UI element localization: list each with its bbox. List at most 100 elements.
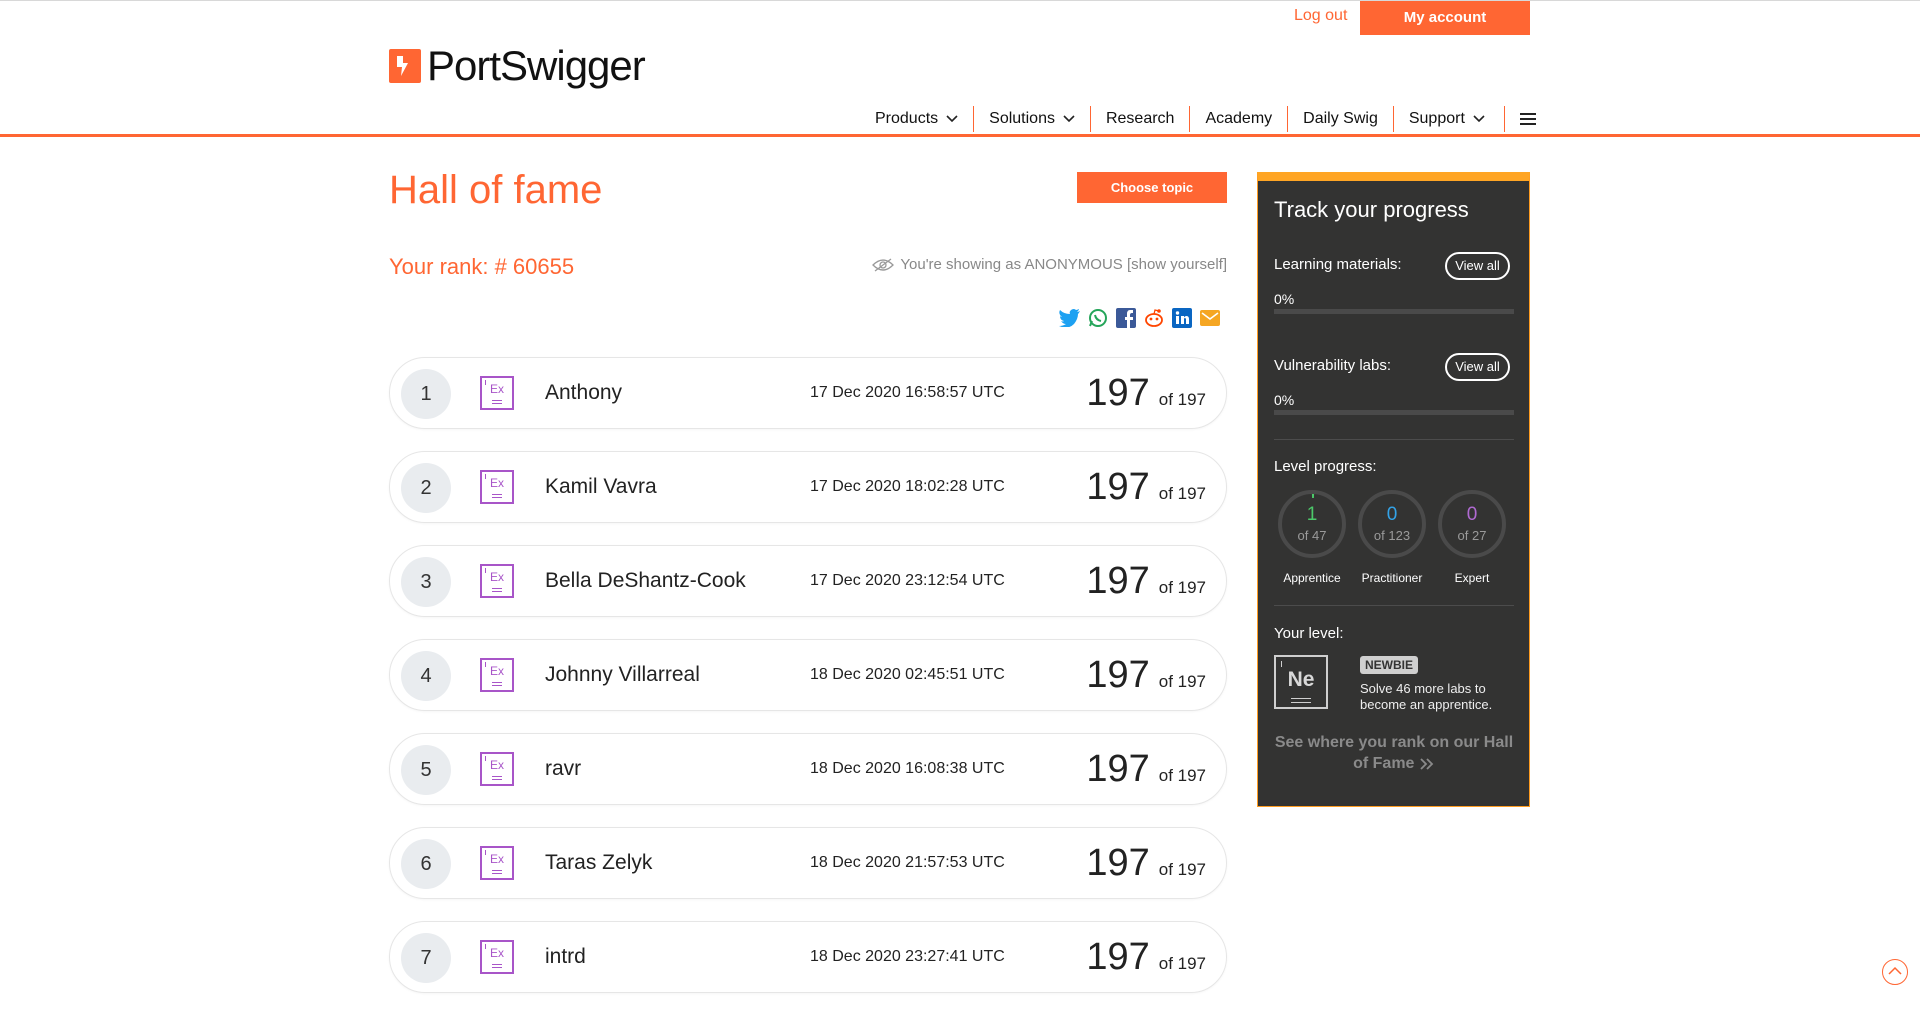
main-nav: Products Solutions Research Academy Dail… — [860, 106, 1536, 132]
whatsapp-icon[interactable] — [1086, 308, 1109, 328]
anonymous-status[interactable]: You're showing as ANONYMOUS [show yourse… — [872, 256, 1227, 273]
list-item[interactable]: 1 Ex Anthony 17 Dec 2020 16:58:57 UTC 19… — [389, 357, 1227, 429]
chevron-down-icon — [946, 115, 958, 123]
user-name: Anthony — [545, 381, 623, 404]
page-title: Hall of fame — [389, 168, 603, 212]
email-icon[interactable] — [1198, 308, 1221, 328]
rank-number: 4 — [401, 651, 451, 701]
user-name: Taras Zelyk — [545, 851, 653, 874]
learning-percent: 0% — [1274, 291, 1295, 307]
practitioner-progress-ring: 0 of 123 — [1358, 490, 1426, 558]
user-name: Johnny Villarreal — [545, 663, 700, 686]
score: 197 of 197 — [1086, 372, 1206, 415]
list-item[interactable]: 7 Ex intrd 18 Dec 2020 23:27:41 UTC 197 o… — [389, 921, 1227, 993]
score: 197 of 197 — [1086, 560, 1206, 603]
expert-badge-icon: Ex — [480, 376, 514, 410]
badge-symbol: Ex — [489, 758, 504, 772]
progress-panel: Track your progress Learning materials: … — [1257, 172, 1530, 807]
nav-label: Support — [1408, 110, 1465, 127]
rank-number: 7 — [401, 933, 451, 983]
nav-label: Solutions — [989, 110, 1055, 127]
chevron-up-icon — [1888, 966, 1902, 975]
expert-badge-icon: Ex — [480, 846, 514, 880]
twitter-icon[interactable] — [1058, 308, 1081, 328]
rank-number: 5 — [401, 745, 451, 795]
completion-date: 18 Dec 2020 21:57:53 UTC — [810, 854, 1005, 871]
practitioner-count: 0 — [1386, 504, 1398, 525]
practitioner-label: Practitioner — [1361, 571, 1423, 585]
double-chevron-right-icon — [1420, 758, 1434, 770]
my-account-button[interactable]: My account — [1360, 1, 1530, 35]
score: 197 of 197 — [1086, 654, 1206, 697]
practitioner-total: of 123 — [1373, 528, 1411, 543]
nav-daily-swig[interactable]: Daily Swig — [1287, 106, 1393, 132]
user-name: Bella DeShantz-Cook — [545, 569, 746, 592]
score-value: 197 — [1086, 748, 1150, 790]
list-item[interactable]: 2 Ex Kamil Vavra 17 Dec 2020 18:02:28 UT… — [389, 451, 1227, 523]
score-total: of 197 — [1158, 390, 1206, 409]
nav-label: Products — [875, 110, 939, 127]
rank-number: 2 — [401, 463, 451, 513]
reddit-icon[interactable] — [1142, 308, 1165, 328]
score-total: of 197 — [1158, 954, 1206, 973]
score-value: 197 — [1086, 466, 1150, 508]
user-name: Kamil Vavra — [545, 475, 657, 498]
logo-mark-icon — [389, 49, 421, 83]
expert-total: of 27 — [1457, 528, 1487, 543]
level-hint: Solve 46 more labs to become an apprenti… — [1360, 681, 1493, 712]
badge-symbol: Ex — [489, 852, 504, 866]
facebook-icon[interactable] — [1114, 308, 1137, 328]
nav-solutions[interactable]: Solutions — [973, 106, 1090, 132]
level-symbol: Ne — [1287, 668, 1315, 691]
hall-of-fame-link-text: See where you rank on our Hall of Fame — [1274, 734, 1514, 772]
rank-number: 1 — [401, 369, 451, 419]
chevron-down-icon — [1473, 115, 1485, 123]
logout-link[interactable]: Log out — [1294, 7, 1347, 25]
expert-badge-icon: Ex — [480, 752, 514, 786]
header-divider — [0, 134, 1920, 137]
score-value: 197 — [1086, 936, 1150, 978]
list-item[interactable]: 4 Ex Johnny Villarreal 18 Dec 2020 02:45… — [389, 639, 1227, 711]
score-total: of 197 — [1158, 578, 1206, 597]
view-all-learning-button[interactable]: View all — [1445, 252, 1510, 280]
list-item[interactable]: 5 Ex ravr 18 Dec 2020 16:08:38 UTC 197 of… — [389, 733, 1227, 805]
nav-academy[interactable]: Academy — [1189, 106, 1287, 132]
score-total: of 197 — [1158, 672, 1206, 691]
share-bar — [1058, 308, 1221, 328]
expert-badge-icon: Ex — [480, 658, 514, 692]
expert-badge-icon: Ex — [480, 940, 514, 974]
nav-products[interactable]: Products — [860, 106, 973, 132]
newbie-level-icon: Ne — [1274, 655, 1328, 709]
hall-of-fame-link[interactable]: See where you rank on our Hall of Fame — [1274, 732, 1514, 774]
level-badge: NEWBIE — [1360, 656, 1418, 674]
hamburger-menu-icon[interactable] — [1503, 106, 1536, 132]
expert-progress-ring: 0 of 27 — [1438, 490, 1506, 558]
top-border — [0, 0, 1920, 1]
choose-topic-button[interactable]: Choose topic — [1077, 172, 1227, 203]
scroll-to-top-button[interactable] — [1882, 959, 1908, 985]
divider — [1274, 439, 1514, 440]
nav-support[interactable]: Support — [1392, 106, 1500, 132]
linkedin-icon[interactable] — [1170, 308, 1193, 328]
list-item[interactable]: 3 Ex Bella DeShantz-Cook 17 Dec 2020 23:… — [389, 545, 1227, 617]
score-total: of 197 — [1158, 860, 1206, 879]
labs-percent: 0% — [1274, 392, 1295, 408]
score-value: 197 — [1086, 560, 1150, 602]
view-all-labs-button[interactable]: View all — [1445, 353, 1510, 381]
list-item[interactable]: 6 Ex Taras Zelyk 18 Dec 2020 21:57:53 UT… — [389, 827, 1227, 899]
badge-symbol: Ex — [489, 382, 504, 396]
expert-label: Expert — [1454, 571, 1490, 585]
nav-research[interactable]: Research — [1089, 106, 1189, 132]
score-value: 197 — [1086, 372, 1150, 414]
rank-number: 3 — [401, 557, 451, 607]
user-name: intrd — [545, 945, 586, 968]
learning-progress-bar — [1274, 309, 1514, 314]
score: 197 of 197 — [1086, 748, 1206, 791]
score-value: 197 — [1086, 654, 1150, 696]
apprentice-label: Apprentice — [1283, 571, 1341, 585]
score: 197 of 197 — [1086, 936, 1206, 979]
user-name: ravr — [545, 757, 582, 780]
vulnerability-labs-label: Vulnerability labs: — [1274, 357, 1392, 374]
completion-date: 17 Dec 2020 18:02:28 UTC — [810, 478, 1005, 495]
portswigger-logo[interactable]: PortSwigger — [389, 44, 646, 88]
